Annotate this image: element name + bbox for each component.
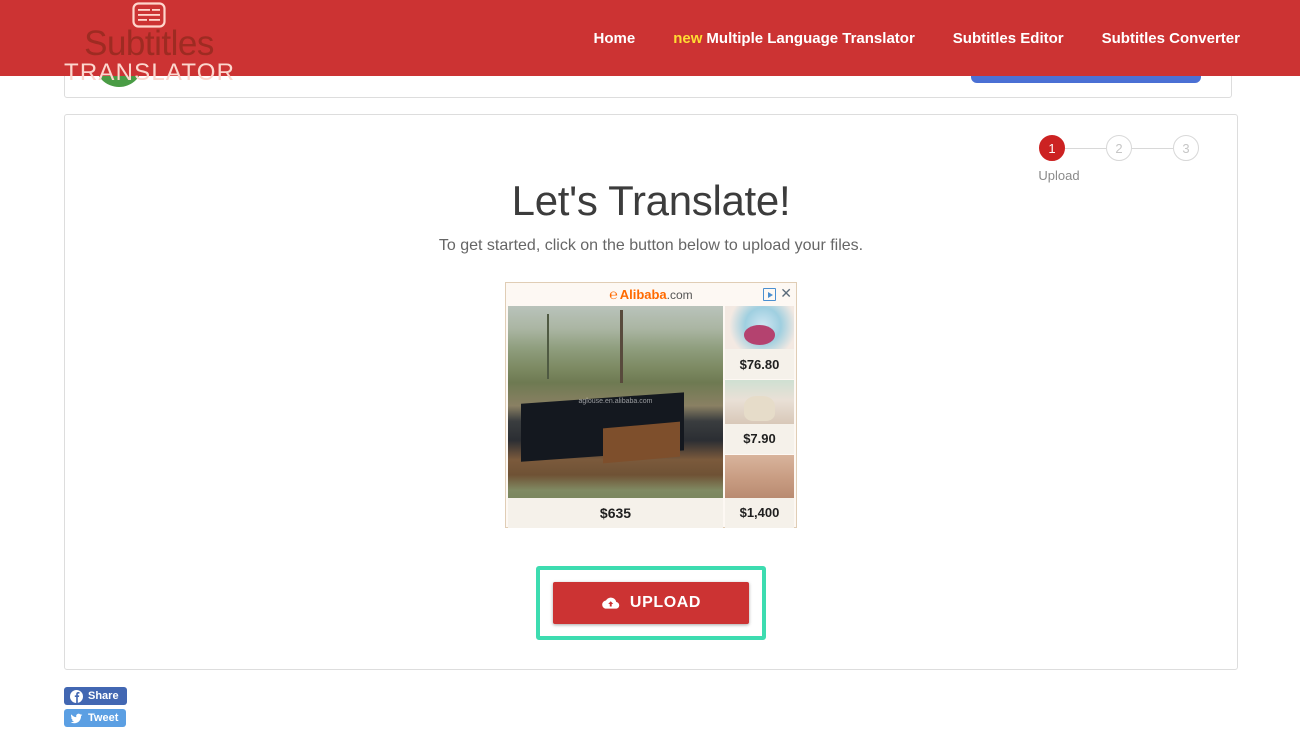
social-share-block: Share Tweet: [64, 687, 244, 727]
facebook-share-button[interactable]: Share: [64, 687, 127, 705]
ad-side-products: $76.80 $7.90 $1,400: [724, 306, 794, 528]
stepper-track: 1 2 3: [1039, 132, 1199, 164]
step-3-number: 3: [1182, 140, 1190, 156]
cloud-upload-icon: [602, 597, 620, 609]
ad-brand: ℮ Alibaba .com: [609, 286, 693, 302]
nav-item-subtitles-editor[interactable]: Subtitles Editor: [953, 30, 1064, 47]
step-1-number: 1: [1048, 140, 1056, 156]
logo-line-translator: TRANSLATOR: [64, 59, 236, 86]
site-logo[interactable]: Subtitles TRANSLATOR: [64, 0, 234, 86]
ad-side-product-3-price: $1,400: [724, 497, 794, 528]
nav-badge-new: new: [673, 29, 703, 47]
ad-main-product[interactable]: aglouse.en.alibaba.com $635: [508, 306, 723, 528]
nav-item-home[interactable]: Home: [594, 30, 636, 47]
nav-label-multiple-language-translator: Multiple Language Translator: [706, 29, 915, 47]
ad-header: ℮ Alibaba .com ✕: [508, 285, 794, 305]
facebook-share-label: Share: [88, 690, 119, 702]
main-navigation: Home new Multiple Language Translator Sub…: [594, 0, 1240, 76]
adchoices-icon[interactable]: [763, 288, 776, 301]
ad-brand-name: Alibaba: [619, 287, 667, 302]
ad-side-product-2-price: $7.90: [724, 423, 794, 454]
upload-step-card: 1 2 3 Upload Let's Translate! To get sta…: [64, 114, 1238, 670]
step-2-circle[interactable]: 2: [1106, 135, 1132, 161]
nav-item-multiple-language-translator[interactable]: new Multiple Language Translator: [673, 30, 915, 47]
ad-side-product-3-image: [724, 454, 794, 498]
nav-item-subtitles-converter[interactable]: Subtitles Converter: [1102, 30, 1240, 47]
ad-brand-tld: .com: [666, 288, 693, 302]
step-2-number: 2: [1115, 140, 1123, 156]
step-3-circle[interactable]: 3: [1173, 135, 1199, 161]
upload-button-focus-ring: UPLOAD: [536, 566, 766, 640]
ad-main-price: $635: [508, 498, 723, 528]
page-subtitle: To get started, click on the button belo…: [438, 237, 864, 254]
ad-body: aglouse.en.alibaba.com $635 $76.80 $7.90…: [508, 306, 794, 528]
facebook-icon: [70, 689, 83, 703]
ad-side-product-3[interactable]: $1,400: [724, 454, 794, 528]
alibaba-logo-icon: ℮: [609, 286, 618, 302]
ad-image-watermark: aglouse.en.alibaba.com: [578, 398, 653, 406]
step-connector-2-3: [1132, 147, 1173, 149]
close-icon[interactable]: ✕: [780, 286, 792, 300]
ad-side-product-1[interactable]: $76.80: [724, 306, 794, 380]
page-title: Let's Translate!: [511, 177, 791, 224]
step-1-circle[interactable]: 1: [1039, 135, 1065, 161]
ad-side-product-2[interactable]: $7.90: [724, 380, 794, 454]
ad-side-product-1-price: $76.80: [724, 349, 794, 380]
twitter-tweet-button[interactable]: Tweet: [64, 709, 127, 727]
logo-line-subtitles: Subtitles: [84, 24, 214, 63]
step-connector-1-2: [1065, 147, 1106, 149]
nav-label-home: Home: [593, 29, 636, 47]
twitter-icon: [70, 713, 83, 723]
nav-label-subtitles-converter: Subtitles Converter: [1101, 29, 1240, 47]
nav-label-subtitles-editor: Subtitles Editor: [952, 29, 1064, 47]
advertisement-unit[interactable]: ℮ Alibaba .com ✕ aglouse.en.alibaba.com …: [505, 282, 797, 528]
upload-button[interactable]: UPLOAD: [553, 582, 749, 624]
upload-button-label: UPLOAD: [629, 594, 702, 611]
ad-side-product-2-image: [724, 380, 794, 424]
site-header: Subtitles TRANSLATOR Home new Multiple La…: [0, 0, 1300, 86]
ad-main-product-image: aglouse.en.alibaba.com: [508, 306, 723, 498]
twitter-tweet-label: Tweet: [88, 712, 119, 724]
ad-side-product-1-image: [724, 306, 794, 350]
